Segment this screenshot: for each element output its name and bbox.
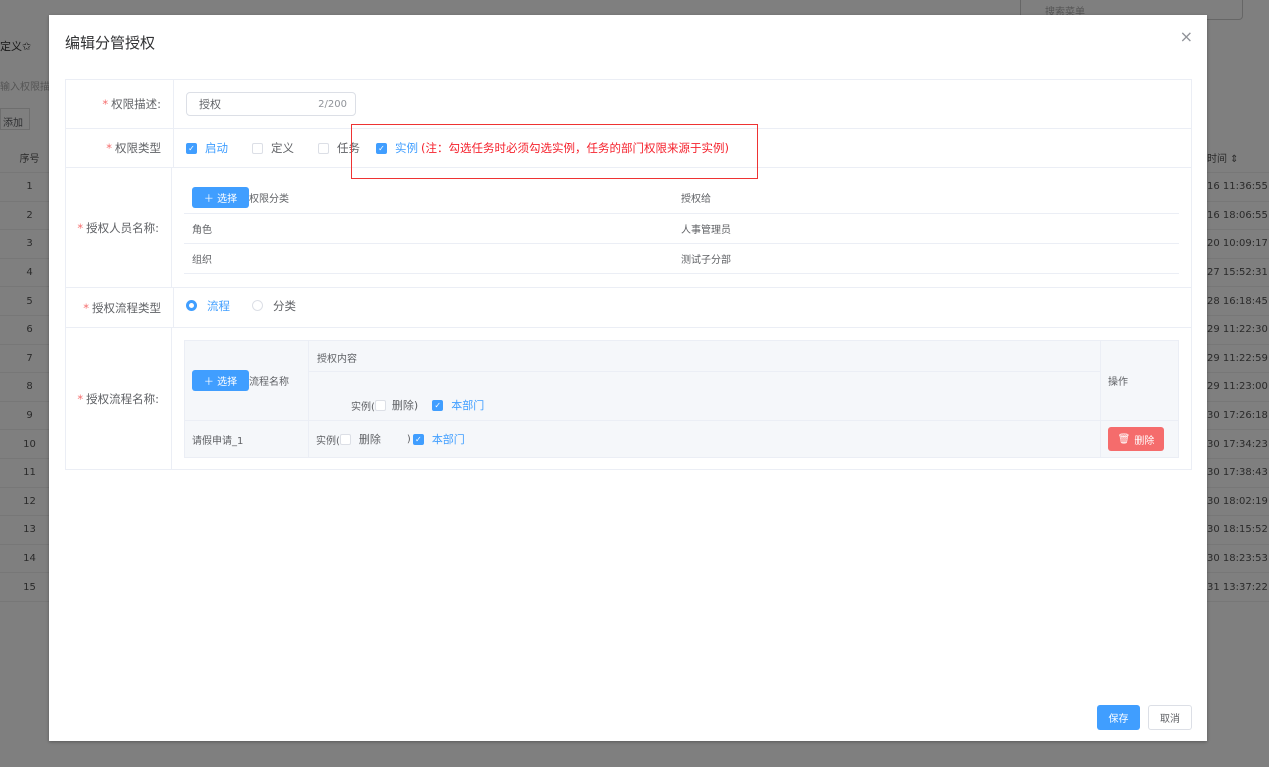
cancel-button[interactable]: 取消	[1148, 705, 1192, 730]
table-row: 请假申请_1 实例(删除) ✓ 本部门 🗑 删除	[185, 421, 1178, 457]
header-dept-checkbox[interactable]: ✓	[432, 399, 444, 411]
delete-row-button[interactable]: 🗑 删除	[1108, 427, 1164, 451]
save-button[interactable]: 保存	[1097, 705, 1140, 730]
row-dept-checkbox[interactable]: ✓	[412, 433, 424, 445]
persons-label: 授权人员名称:	[86, 220, 159, 235]
authorization-form: * 权限描述: 授权 2/200 * 权限类型 ✓ 启动 定义 任务 ✓ 实例 (注：勾选任…	[65, 79, 1192, 470]
radio-flow[interactable]: 流程	[186, 298, 230, 314]
persons-select-button[interactable]: ＋ 选择	[192, 187, 249, 208]
trash-icon: 🗑	[1117, 433, 1131, 445]
char-count: 2/200	[318, 98, 347, 110]
flows-select-button[interactable]: ＋ 选择	[192, 370, 249, 391]
flow-type-label: 授权流程类型	[92, 300, 161, 315]
desc-input[interactable]: 授权 2/200	[186, 92, 356, 116]
dialog-title: 编辑分管授权	[65, 34, 156, 52]
flows-table: ＋ 选择 流程名称 授权内容 实例(删除) ✓ 本部门 操作 请假申请_1 实例(删…	[184, 340, 1179, 458]
table-row: 角色 人事管理员	[184, 214, 1179, 244]
checkbox-start[interactable]: ✓ 启动	[186, 140, 228, 156]
persons-table: ＋ 选择 权限分类 授权给 角色 人事管理员 组织 测试子分部	[184, 182, 1179, 274]
desc-label: 权限描述:	[111, 97, 161, 111]
checkbox-definition[interactable]: 定义	[252, 140, 294, 156]
header-delete-checkbox[interactable]	[374, 399, 386, 411]
table-row: 组织 测试子分部	[184, 244, 1179, 274]
close-icon[interactable]: ×	[1180, 27, 1193, 46]
flows-label: 授权流程名称:	[86, 391, 159, 406]
edit-authorization-dialog: 编辑分管授权 × * 权限描述: 授权 2/200 * 权限类型 ✓ 启动 定义 任务 …	[49, 15, 1207, 741]
type-label: 权限类型	[115, 141, 161, 155]
radio-category[interactable]: 分类	[252, 298, 296, 314]
row-delete-checkbox[interactable]	[339, 433, 351, 445]
